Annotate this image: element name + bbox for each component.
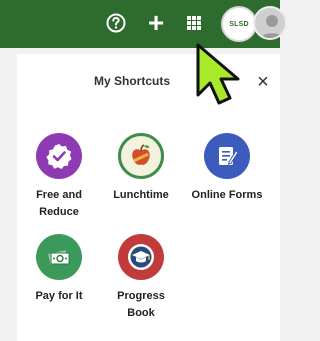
app-lunchtime[interactable]: Lunchtime xyxy=(99,133,183,204)
app-label: Pay for It xyxy=(35,290,83,302)
grid-icon[interactable] xyxy=(183,10,205,36)
user-avatar[interactable] xyxy=(253,6,287,40)
graduation-cap-icon xyxy=(118,234,164,280)
form-icon xyxy=(204,133,250,179)
money-icon xyxy=(36,234,82,280)
check-icon xyxy=(36,133,82,179)
app-label: Progress Book xyxy=(117,290,165,319)
app-label: Online Forms xyxy=(191,189,263,201)
help-icon[interactable] xyxy=(103,10,129,36)
app-label: Lunchtime xyxy=(113,189,169,201)
app-pay-for-it[interactable]: Pay for It xyxy=(17,234,101,305)
app-online-forms[interactable]: Online Forms xyxy=(185,133,269,204)
close-button[interactable]: × xyxy=(253,72,273,92)
plus-icon[interactable]: + xyxy=(145,9,167,37)
pointer-arrow-icon xyxy=(196,43,240,105)
apple-icon xyxy=(118,133,164,179)
app-progress-book[interactable]: Progress Book xyxy=(99,234,183,322)
app-label: Free and Reduce xyxy=(36,189,82,218)
app-free-and-reduce[interactable]: Free and Reduce xyxy=(17,133,101,221)
district-logo-text: SLSD xyxy=(229,20,249,28)
district-logo[interactable]: SLSD xyxy=(221,6,257,42)
